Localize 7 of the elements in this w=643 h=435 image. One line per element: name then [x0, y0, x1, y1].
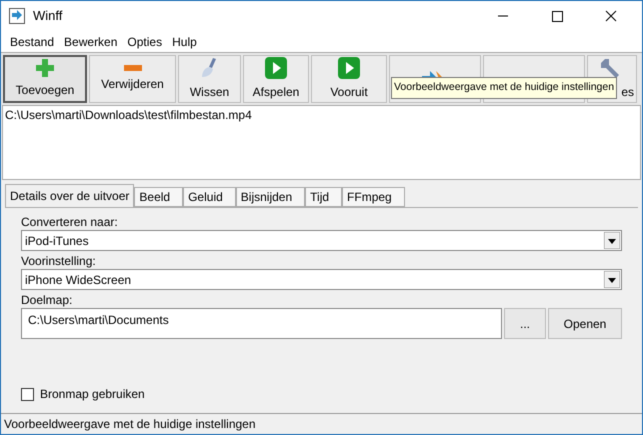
field-label: Voorinstelling:: [21, 253, 97, 269]
checkbox-label: Bronmap gebruiken: [40, 386, 145, 403]
window-title: Winff: [33, 7, 62, 26]
field-label: Converteren naar:: [21, 214, 119, 230]
field-label: Doelmap:: [21, 292, 74, 308]
status-text: Voorbeeldweergave met de huidige instellingen: [4, 416, 256, 433]
tooltip: Voorbeeldweergave met de huidige instellingen: [391, 77, 618, 99]
